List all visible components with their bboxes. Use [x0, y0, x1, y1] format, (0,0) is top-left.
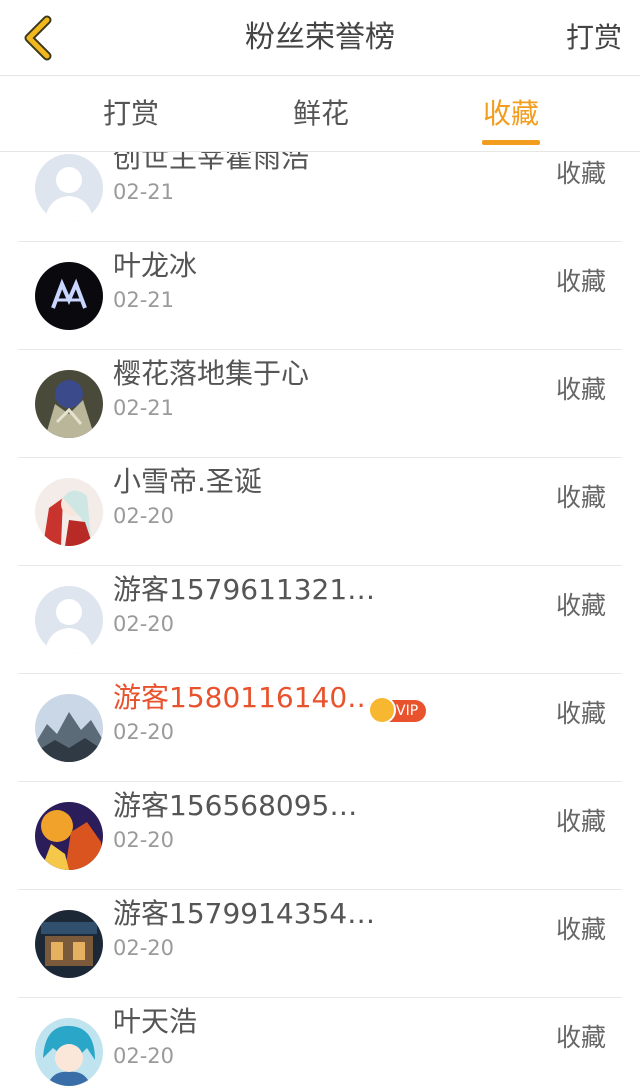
list-item[interactable]: 游客1580116140… VIP 02-20 收藏: [18, 674, 622, 782]
date-label: 02-20: [113, 828, 175, 852]
avatar: [35, 1018, 103, 1086]
date-label: 02-20: [113, 1044, 175, 1068]
vip-badge: VIP: [368, 696, 427, 724]
tab-bar: 打赏 鲜花 收藏: [0, 76, 640, 152]
date-label: 02-20: [113, 936, 175, 960]
crown-icon: [368, 696, 396, 724]
favorite-label: 收藏: [555, 159, 606, 188]
user-name: 游客156568095…: [113, 789, 358, 822]
favorite-label: 收藏: [555, 483, 606, 512]
page-title: 粉丝荣誉榜: [245, 20, 395, 55]
list-item[interactable]: 樱花落地集于心 02-21 收藏: [18, 350, 622, 458]
avatar: [35, 370, 103, 438]
favorite-label: 收藏: [555, 699, 606, 728]
header-bar: 粉丝荣誉榜 打赏: [0, 0, 640, 76]
date-label: 02-20: [113, 720, 175, 744]
date-label: 02-20: [113, 612, 175, 636]
vip-label: VIP: [396, 703, 419, 719]
avatar: [35, 154, 103, 222]
tab-reward[interactable]: 打赏: [66, 76, 196, 152]
user-name: 叶天浩: [113, 1005, 198, 1038]
user-name: 游客1580116140…: [113, 681, 376, 714]
favorite-label: 收藏: [555, 915, 606, 944]
list-item[interactable]: 游客1579611321… 02-20 收藏: [18, 566, 622, 674]
list-item[interactable]: 小雪帝.圣诞 02-20 收藏: [18, 458, 622, 566]
list-item[interactable]: 叶龙冰 02-21 收藏: [18, 242, 622, 350]
avatar: [35, 586, 103, 654]
tab-flowers[interactable]: 鲜花: [256, 76, 386, 152]
favorite-label: 收藏: [555, 591, 606, 620]
date-label: 02-20: [113, 504, 175, 528]
user-name: 叶龙冰: [113, 249, 198, 282]
list-item[interactable]: 创世主宰霍雨浩 02-21 收藏: [18, 152, 622, 242]
list-item[interactable]: 游客1579914354… 02-20 收藏: [18, 890, 622, 998]
reward-button[interactable]: 打赏: [566, 0, 622, 76]
user-name: 樱花落地集于心: [113, 357, 310, 390]
favorite-label: 收藏: [555, 375, 606, 404]
favorite-label: 收藏: [555, 807, 606, 836]
date-label: 02-21: [113, 396, 175, 420]
favorite-label: 收藏: [555, 1023, 606, 1052]
list-item[interactable]: 叶天浩 02-20 收藏: [18, 998, 622, 1088]
user-name: 小雪帝.圣诞: [113, 465, 262, 498]
avatar: [35, 802, 103, 870]
active-tab-indicator: [482, 140, 540, 145]
favorite-label: 收藏: [555, 267, 606, 296]
fan-list: 创世主宰霍雨浩 02-21 收藏 叶龙冰 02-21 收藏 樱花落地集于心 02…: [0, 152, 640, 1088]
avatar: [35, 910, 103, 978]
date-label: 02-21: [113, 288, 175, 312]
user-name: 游客1579611321…: [113, 573, 376, 606]
user-name: 创世主宰霍雨浩: [113, 152, 310, 174]
avatar: [35, 262, 103, 330]
list-item[interactable]: 游客156568095… 02-20 收藏: [18, 782, 622, 890]
date-label: 02-21: [113, 180, 175, 204]
avatar: [35, 694, 103, 762]
user-name: 游客1579914354…: [113, 897, 376, 930]
avatar: [35, 478, 103, 546]
